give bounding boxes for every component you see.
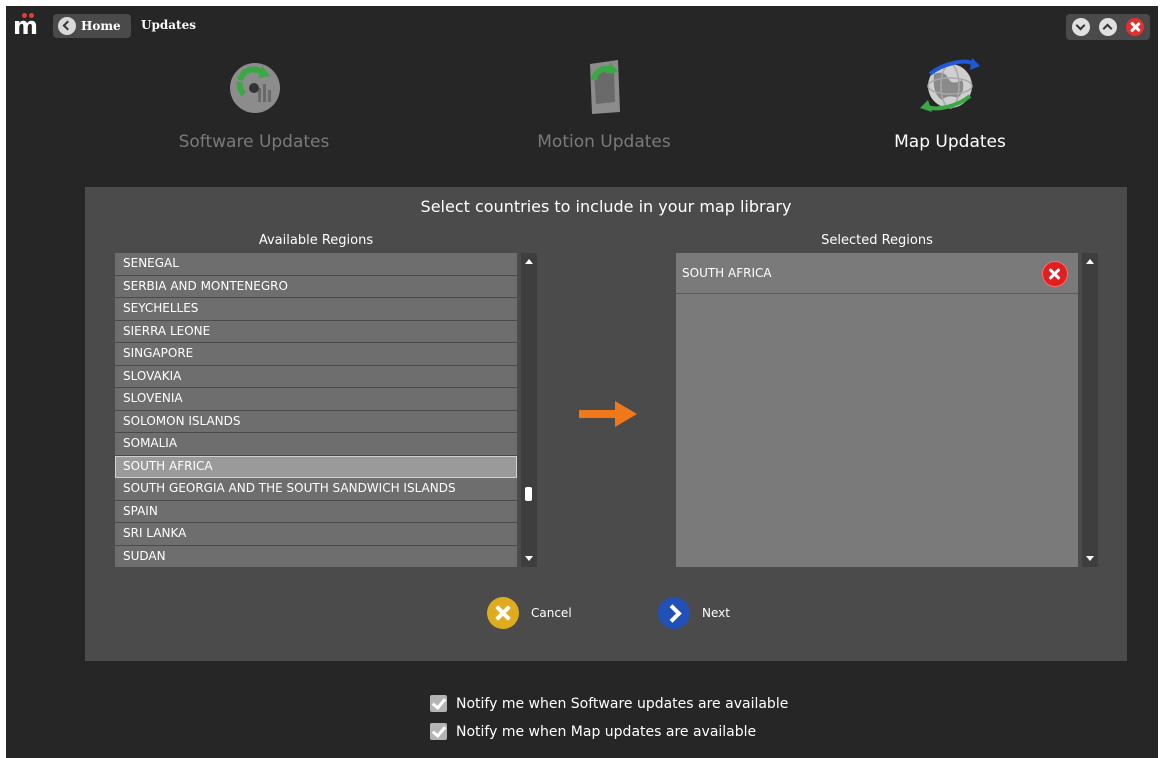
region-row[interactable]: SPAIN [115, 500, 517, 523]
next-label: Next [702, 606, 730, 620]
notify-software-label: Notify me when Software updates are avai… [456, 695, 789, 712]
next-icon [658, 597, 690, 629]
breadcrumb: Updates [141, 18, 196, 32]
window-controls [1066, 14, 1150, 40]
available-regions-header: Available Regions [258, 233, 374, 248]
notify-map-label: Notify me when Map updates are available [456, 723, 757, 740]
region-row[interactable]: SRI LANKA [115, 523, 517, 546]
add-region-arrow-icon[interactable] [579, 399, 639, 429]
globe-update-icon [920, 58, 980, 112]
notify-map-checkbox[interactable] [430, 723, 447, 740]
available-regions-list[interactable]: SENEGAL SERBIA AND MONTENEGRO SEYCHELLES SI… [115, 253, 517, 567]
tab-label: Map Updates [894, 132, 1006, 152]
region-row[interactable]: SUDAN [115, 545, 517, 567]
cancel-label: Cancel [531, 606, 572, 620]
region-row[interactable]: SLOVENIA [115, 388, 517, 411]
tab-label: Motion Updates [537, 132, 671, 152]
chevron-up-icon[interactable] [1098, 18, 1117, 36]
region-row[interactable]: SOUTH AFRICA [115, 455, 517, 478]
region-row[interactable]: SOLOMON ISLANDS [115, 410, 517, 433]
tab-motion-updates[interactable]: Motion Updates [494, 54, 714, 152]
remove-region-icon[interactable] [1042, 261, 1068, 287]
app-window: m Home Updates Software Updates Motion U… [6, 6, 1158, 758]
back-icon [58, 17, 76, 35]
logo-dot [29, 13, 34, 18]
next-button[interactable]: Next [658, 597, 730, 629]
scroll-down-icon[interactable] [525, 556, 533, 561]
region-selection-panel: Select countries to include in your map … [85, 187, 1127, 661]
home-label: Home [81, 19, 121, 33]
notify-map-option[interactable]: Notify me when Map updates are available [430, 723, 756, 740]
software-update-icon [230, 63, 280, 113]
notify-software-option[interactable]: Notify me when Software updates are avai… [430, 695, 788, 712]
available-scrollbar[interactable] [521, 253, 537, 567]
region-row[interactable]: SOMALIA [115, 433, 517, 456]
scroll-up-icon[interactable] [525, 259, 533, 264]
selected-region-row[interactable]: SOUTH AFRICA [676, 253, 1078, 294]
tab-label: Software Updates [178, 132, 330, 152]
close-icon[interactable] [1125, 18, 1144, 36]
tab-software-updates[interactable]: Software Updates [144, 54, 364, 152]
selected-regions-list[interactable]: SOUTH AFRICA [676, 253, 1078, 567]
scroll-up-icon[interactable] [1086, 259, 1094, 264]
region-row[interactable]: SLOVAKIA [115, 365, 517, 388]
region-row[interactable]: SOUTH GEORGIA AND THE SOUTH SANDWICH ISL… [115, 478, 517, 501]
motion-update-icon [590, 60, 620, 114]
region-row[interactable]: SINGAPORE [115, 343, 517, 366]
cancel-button[interactable]: Cancel [487, 597, 572, 629]
selected-region-label: SOUTH AFRICA [682, 266, 772, 280]
panel-title: Select countries to include in your map … [420, 197, 792, 216]
selected-scrollbar[interactable] [1082, 253, 1098, 567]
app-logo: m [13, 13, 39, 38]
scroll-thumb[interactable] [525, 487, 532, 501]
cancel-icon [487, 597, 519, 629]
region-row[interactable]: SEYCHELLES [115, 298, 517, 321]
chevron-down-icon[interactable] [1072, 18, 1091, 36]
home-button[interactable]: Home [53, 14, 131, 38]
tab-map-updates[interactable]: Map Updates [840, 54, 1060, 152]
selected-regions-header: Selected Regions [821, 233, 933, 248]
logo-dot [22, 13, 27, 18]
scroll-down-icon[interactable] [1086, 556, 1094, 561]
region-row[interactable]: SIERRA LEONE [115, 320, 517, 343]
notify-software-checkbox[interactable] [430, 695, 447, 712]
region-row[interactable]: SENEGAL [115, 253, 517, 276]
region-row[interactable]: SERBIA AND MONTENEGRO [115, 275, 517, 298]
